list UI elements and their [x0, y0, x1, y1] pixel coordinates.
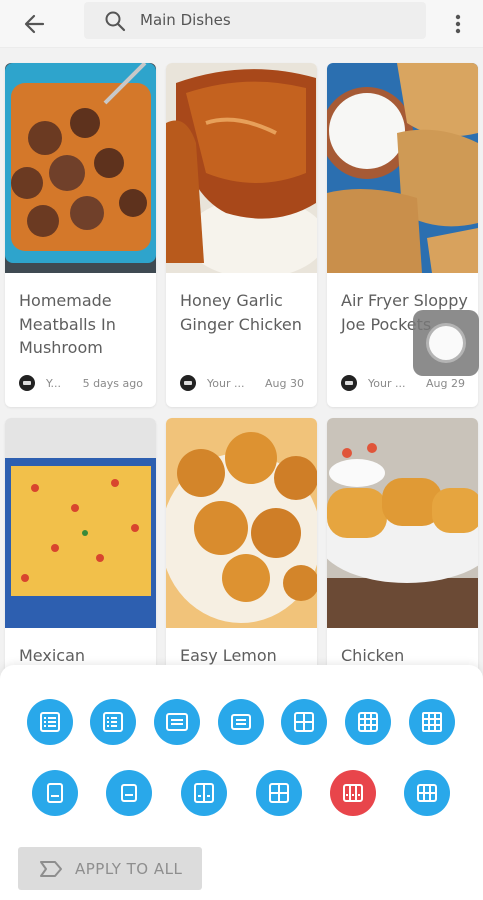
single-card-icon — [47, 783, 63, 803]
layout-card-button[interactable] — [154, 699, 200, 745]
author-avatar — [19, 375, 35, 391]
recipe-title: Easy Lemon — [180, 646, 277, 665]
card-small-icon — [231, 714, 251, 730]
layout-two-column-small-button[interactable] — [256, 770, 302, 816]
apply-to-all-button[interactable]: APPLY TO ALL — [18, 847, 202, 890]
recipe-author: Your ... — [207, 377, 245, 390]
top-app-bar: Main Dishes — [0, 0, 483, 48]
grid-2x2-icon — [294, 712, 314, 732]
card-icon — [166, 713, 188, 731]
list-small-icon — [103, 712, 123, 732]
three-column-icon — [343, 784, 363, 802]
layout-single-card-small-button[interactable] — [106, 770, 152, 816]
recipe-title: Homemade Meatballs In Mushroom — [19, 291, 116, 357]
two-column-icon — [194, 783, 214, 803]
recipe-date: Aug 29 — [426, 377, 465, 390]
back-button[interactable] — [18, 8, 50, 40]
layout-list-small-button[interactable] — [90, 699, 136, 745]
recipe-meta: Your ... Aug 30 — [180, 375, 310, 393]
list-icon — [40, 712, 60, 732]
author-avatar — [341, 375, 357, 391]
grid-3x3-icon — [358, 712, 378, 732]
recipe-date: 5 days ago — [82, 377, 143, 390]
recipe-title: Honey Garlic Ginger Chicken — [180, 291, 302, 334]
recipe-image — [166, 418, 317, 628]
layout-single-card-button[interactable] — [32, 770, 78, 816]
recipe-image — [327, 418, 478, 628]
recipe-author: Your ... — [368, 377, 406, 390]
recipe-card[interactable]: Chicken — [327, 418, 478, 678]
more-vert-icon — [455, 14, 461, 34]
arrow-back-icon — [24, 14, 45, 34]
recipe-card[interactable]: Honey Garlic Ginger Chicken Your ... Aug… — [166, 63, 317, 407]
recipe-card[interactable]: Homemade Meatballs In Mushroom Y... 5 da… — [5, 63, 156, 407]
label-outline-icon — [40, 861, 62, 877]
recipe-author: Y... — [46, 377, 61, 390]
floating-assistive-button[interactable] — [413, 310, 479, 376]
recipe-title: Chicken — [341, 646, 405, 665]
two-column-small-icon — [269, 783, 289, 803]
recipe-image — [327, 63, 478, 273]
recipe-image — [166, 63, 317, 273]
recipe-meta: Your ... Aug 29 — [341, 375, 471, 393]
three-column-small-icon — [417, 784, 437, 802]
apply-to-all-label: APPLY TO ALL — [75, 860, 183, 878]
recipe-title: Mexican — [19, 646, 86, 665]
author-avatar — [180, 375, 196, 391]
single-card-small-icon — [121, 784, 137, 802]
layout-three-column-button[interactable] — [330, 770, 376, 816]
recipe-image — [5, 63, 156, 273]
layout-list-button[interactable] — [27, 699, 73, 745]
search-query: Main Dishes — [140, 11, 231, 29]
layout-grid-3x3-button[interactable] — [345, 699, 391, 745]
search-icon — [105, 11, 126, 32]
layout-card-small-button[interactable] — [218, 699, 264, 745]
recipe-card[interactable]: Mexican — [5, 418, 156, 678]
layout-two-column-button[interactable] — [181, 770, 227, 816]
recipe-card[interactable]: Easy Lemon — [166, 418, 317, 678]
layout-chooser-panel: APPLY TO ALL — [0, 665, 483, 900]
search-bar[interactable]: Main Dishes — [84, 2, 426, 39]
layout-grid-2x2-button[interactable] — [281, 699, 327, 745]
recipe-date: Aug 30 — [265, 377, 304, 390]
layout-grid-3x3-dense-button[interactable] — [409, 699, 455, 745]
grid-3x3-dense-icon — [422, 712, 442, 732]
layout-three-column-small-button[interactable] — [404, 770, 450, 816]
recipe-image — [5, 418, 156, 628]
more-options-button[interactable] — [446, 8, 470, 40]
recipe-meta: Y... 5 days ago — [19, 375, 149, 393]
